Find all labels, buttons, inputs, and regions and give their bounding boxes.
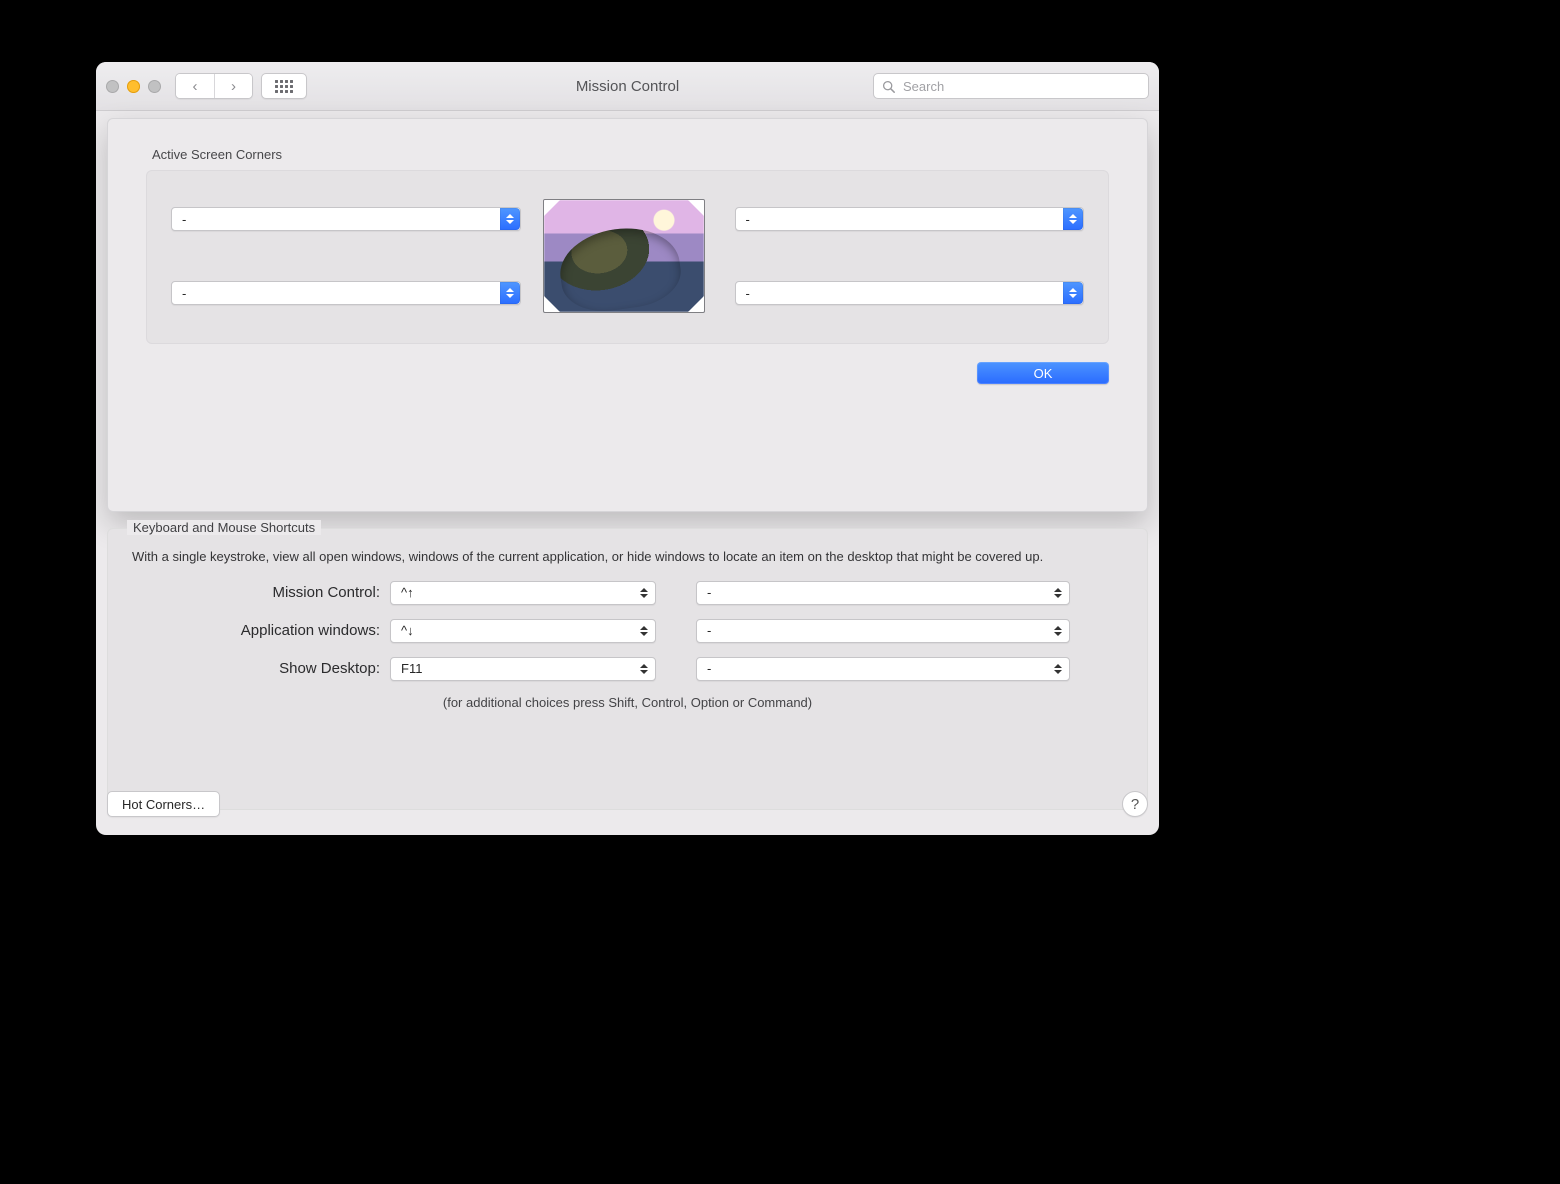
desktop-thumbnail xyxy=(543,199,705,313)
footer-bar: Hot Corners… ? xyxy=(107,789,1148,819)
popup-arrows-icon xyxy=(1063,208,1083,230)
forward-button[interactable]: › xyxy=(214,74,252,98)
mission-control-mouse-select[interactable]: - xyxy=(696,581,1070,605)
search-field[interactable] xyxy=(873,73,1149,99)
select-value: ^↑ xyxy=(401,585,414,600)
corner-bottom-right-select[interactable]: - xyxy=(735,281,1085,305)
hot-corners-title: Active Screen Corners xyxy=(152,147,1109,162)
chevron-right-icon: › xyxy=(231,78,236,95)
shortcuts-description: With a single keystroke, view all open w… xyxy=(132,547,1123,567)
corner-bottom-left-select[interactable]: - xyxy=(171,281,521,305)
select-value: - xyxy=(707,585,711,600)
back-button[interactable]: ‹ xyxy=(176,74,214,98)
shortcuts-title: Keyboard and Mouse Shortcuts xyxy=(127,520,321,535)
window-body: Active Screen Corners - - xyxy=(96,110,1159,835)
stepper-arrows-icon xyxy=(637,582,651,604)
show-all-button[interactable] xyxy=(261,73,307,99)
corner-indicator-tr-icon xyxy=(688,200,704,216)
search-icon xyxy=(882,80,895,93)
shortcut-label: Mission Control: xyxy=(132,584,380,601)
corner-indicator-bl-icon xyxy=(544,296,560,312)
popup-arrows-icon xyxy=(500,208,520,230)
corner-top-left-select[interactable]: - xyxy=(171,207,521,231)
chevron-left-icon: ‹ xyxy=(193,78,198,95)
shortcut-label: Application windows: xyxy=(132,622,380,639)
corner-bottom-left-value: - xyxy=(182,286,186,301)
hot-corners-button[interactable]: Hot Corners… xyxy=(107,791,220,817)
hot-corners-button-label: Hot Corners… xyxy=(122,797,205,812)
zoom-window-button[interactable] xyxy=(148,80,161,93)
select-value: - xyxy=(707,623,711,638)
search-input[interactable] xyxy=(901,78,1140,95)
popup-arrows-icon xyxy=(500,282,520,304)
shortcut-row: Show Desktop: F11 - xyxy=(132,657,1123,681)
shortcuts-box: With a single keystroke, view all open w… xyxy=(107,528,1148,810)
shortcut-label: Show Desktop: xyxy=(132,660,380,677)
nav-back-forward: ‹ › xyxy=(175,73,253,99)
show-desktop-keyboard-select[interactable]: F11 xyxy=(390,657,656,681)
shortcuts-group: Keyboard and Mouse Shortcuts With a sing… xyxy=(107,520,1148,810)
minimize-window-button[interactable] xyxy=(127,80,140,93)
stepper-arrows-icon xyxy=(637,620,651,642)
stepper-arrows-icon xyxy=(637,658,651,680)
shortcuts-hint: (for additional choices press Shift, Con… xyxy=(132,695,1123,710)
corner-indicator-br-icon xyxy=(688,296,704,312)
help-button[interactable]: ? xyxy=(1122,791,1148,817)
shortcut-row: Mission Control: ^↑ - xyxy=(132,581,1123,605)
ok-button[interactable]: OK xyxy=(977,362,1109,384)
corner-indicator-tl-icon xyxy=(544,200,560,216)
close-window-button[interactable] xyxy=(106,80,119,93)
application-windows-keyboard-select[interactable]: ^↓ xyxy=(390,619,656,643)
corner-bottom-right-value: - xyxy=(746,286,750,301)
shortcut-row: Application windows: ^↓ - xyxy=(132,619,1123,643)
popup-arrows-icon xyxy=(1063,282,1083,304)
select-value: F11 xyxy=(401,661,422,676)
stepper-arrows-icon xyxy=(1051,658,1065,680)
corner-top-right-value: - xyxy=(746,212,750,227)
preferences-window: ‹ › Mission Control Active Screen Corner… xyxy=(96,62,1159,835)
corner-top-left-value: - xyxy=(182,212,186,227)
select-value: - xyxy=(707,661,711,676)
hot-corners-group: - - - xyxy=(146,170,1109,344)
window-controls xyxy=(106,80,161,93)
select-value: ^↓ xyxy=(401,623,414,638)
application-windows-mouse-select[interactable]: - xyxy=(696,619,1070,643)
corner-top-right-select[interactable]: - xyxy=(735,207,1085,231)
question-mark-icon: ? xyxy=(1131,796,1139,813)
hot-corners-sheet: Active Screen Corners - - xyxy=(107,118,1148,512)
stepper-arrows-icon xyxy=(1051,582,1065,604)
stepper-arrows-icon xyxy=(1051,620,1065,642)
mission-control-keyboard-select[interactable]: ^↑ xyxy=(390,581,656,605)
show-desktop-mouse-select[interactable]: - xyxy=(696,657,1070,681)
toolbar: ‹ › Mission Control xyxy=(96,62,1159,111)
grid-icon xyxy=(275,80,293,93)
